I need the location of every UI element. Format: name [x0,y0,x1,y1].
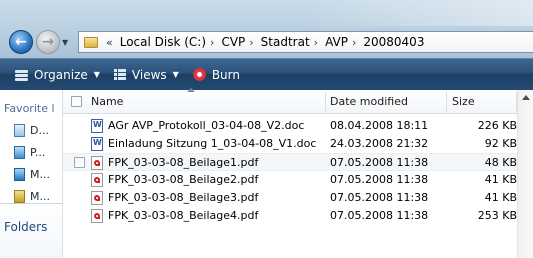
organize-button[interactable]: Organize ▼ [15,59,100,90]
file-name: FPK_03-03-08_Beilage2.pdf [108,173,259,186]
file-row[interactable]: FPK_03-03-08_Beilage3.pdf 07.05.2008 11:… [63,189,533,207]
vertical-scrollbar[interactable] [517,90,533,258]
recent-pages-dropdown[interactable]: ▼ [62,38,68,47]
chevron-down-icon: ▼ [93,70,100,79]
file-name: AGr AVP_Protokoll_03-04-08_V2.doc [108,119,305,132]
folders-label: Folders [4,220,48,234]
file-date-modified: 08.04.2008 18:11 [330,119,429,132]
file-name: FPK_03-03-08_Beilage4.pdf [108,209,259,222]
chevron-down-icon: ▼ [172,70,179,79]
file-row[interactable]: FPK_03-03-08_Beilage4.pdf 07.05.2008 11:… [63,207,533,225]
file-row-hovered[interactable]: FPK_03-03-08_Beilage1.pdf 07.05.2008 11:… [63,153,533,171]
file-size: 226 KB [477,119,517,132]
file-size: 41 KB [484,173,517,186]
breadcrumb-stadtrat[interactable]: Stadtrat [261,35,310,49]
folder-icon [14,190,25,203]
column-header-size[interactable]: Size [452,95,475,108]
file-name: Einladung Sitzung 1_03-04-08_V1.doc [108,137,317,150]
folder-icon [84,36,98,48]
views-label: Views [131,67,167,82]
pdf-icon [91,209,103,223]
forward-button[interactable]: → [36,30,60,54]
breadcrumb-20080403[interactable]: 20080403 [363,35,424,49]
arrow-left-icon: ← [15,34,27,50]
favorite-link-label: M... [30,168,50,181]
file-size: 253 KB [477,209,517,222]
organize-label: Organize [34,67,88,82]
burn-disc-icon [192,68,206,81]
views-icon [113,68,126,81]
favorite-links-heading: Favorite l [4,102,55,115]
select-all-checkbox[interactable] [71,96,82,107]
breadcrumb-separator[interactable]: › [249,36,253,49]
pdf-icon [91,156,103,170]
command-toolbar: Organize ▼ Views ▼ Burn [0,58,533,90]
breadcrumb-local-disk[interactable]: Local Disk (C:) [120,35,206,49]
music-icon [14,168,25,181]
favorite-link-label: D... [30,124,49,137]
favorite-link-more[interactable]: M... [14,190,50,203]
favorite-link-label: P... [30,146,46,159]
documents-icon [14,124,25,137]
folders-toggle[interactable]: Folders [0,203,62,258]
navigation-pane: Favorite l D... P... M... M... Folders [0,90,63,258]
breadcrumb-separator[interactable]: › [314,36,318,49]
row-checkbox[interactable] [74,157,85,168]
title-bar-highlight [303,0,533,26]
file-date-modified: 07.05.2008 11:38 [330,173,429,186]
arrow-right-icon: → [42,34,54,50]
column-divider[interactable] [325,92,326,112]
scroll-up-arrow-icon[interactable] [522,95,530,100]
favorite-link-pictures[interactable]: P... [14,146,45,159]
file-list: Name Date modified Size AGr AVP_Protokol… [63,88,533,258]
burn-label: Burn [211,67,240,82]
file-row[interactable]: AGr AVP_Protokoll_03-04-08_V2.doc 08.04.… [63,117,533,135]
file-date-modified: 24.03.2008 21:32 [330,137,429,150]
pdf-icon [91,191,103,205]
file-row[interactable]: FPK_03-03-08_Beilage2.pdf 07.05.2008 11:… [63,171,533,189]
burn-button[interactable]: Burn [192,59,240,90]
file-size: 92 KB [484,137,517,150]
file-name: FPK_03-03-08_Beilage1.pdf [108,156,259,169]
favorite-link-music[interactable]: M... [14,168,50,181]
breadcrumb-separator[interactable]: › [210,36,214,49]
pdf-icon [91,173,103,187]
sort-ascending-icon [187,88,195,92]
pictures-icon [14,146,25,159]
column-header-date-modified[interactable]: Date modified [330,95,408,108]
organize-icon [15,69,28,81]
favorite-link-documents[interactable]: D... [14,124,49,137]
word-doc-icon [91,137,103,151]
file-size: 48 KB [484,156,517,169]
file-date-modified: 07.05.2008 11:38 [330,191,429,204]
file-name: FPK_03-03-08_Beilage3.pdf [108,191,259,204]
address-bar[interactable]: « Local Disk (C:) › CVP › Stadtrat › AVP… [78,31,533,53]
views-button[interactable]: Views ▼ [113,59,179,90]
breadcrumb-cvp[interactable]: CVP [221,35,245,49]
file-date-modified: 07.05.2008 11:38 [330,209,429,222]
file-row[interactable]: Einladung Sitzung 1_03-04-08_V1.doc 24.0… [63,135,533,153]
column-header-name[interactable]: Name [91,95,123,108]
breadcrumb-avp[interactable]: AVP [325,35,348,49]
address-overflow-chevron[interactable]: « [106,36,113,49]
word-doc-icon [91,119,103,133]
file-size: 41 KB [484,191,517,204]
breadcrumb-separator[interactable]: › [352,36,356,49]
column-header-row: Name Date modified Size [63,88,533,114]
favorite-link-label: M... [30,190,50,203]
back-button[interactable]: ← [9,30,33,54]
column-divider[interactable] [446,92,447,112]
file-date-modified: 07.05.2008 11:38 [330,156,429,169]
